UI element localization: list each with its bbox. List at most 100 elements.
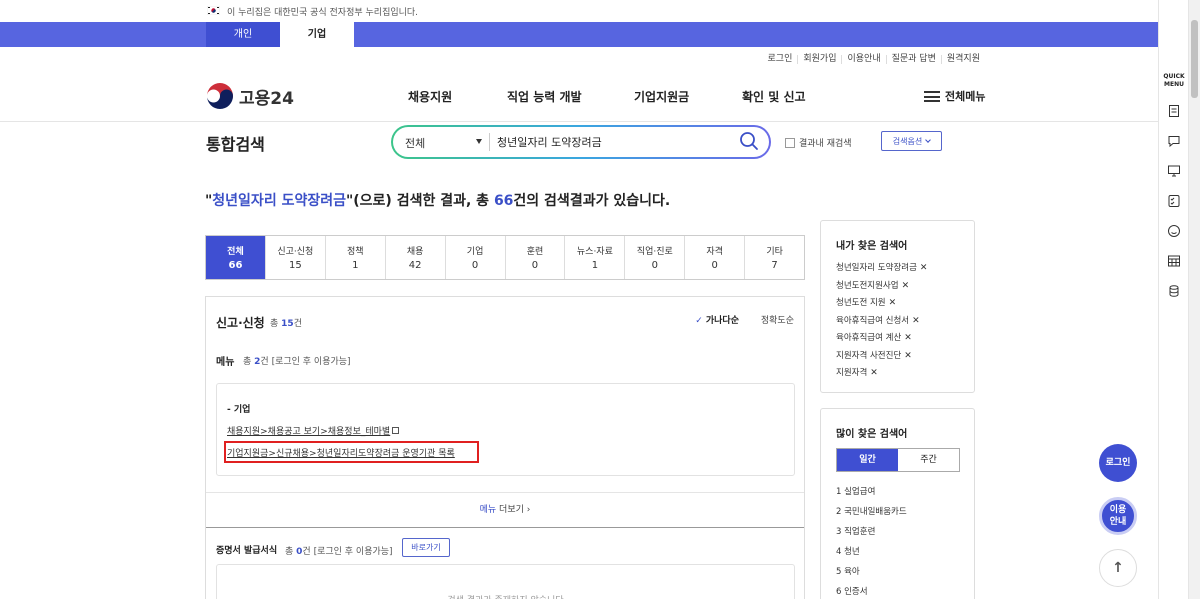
category-label: 기업 <box>466 247 484 257</box>
monitor-icon[interactable] <box>1167 164 1181 178</box>
popular-tabs: 일간 주간 <box>836 448 960 472</box>
category-tab-policy[interactable]: 정책 1 <box>324 236 385 279</box>
menu-result-link-highlighted[interactable]: 기업지원금>신규채용>청년일자리도약장려금 운영기관 목록 <box>227 446 455 459</box>
remote-support-link[interactable]: 원격지원 <box>940 55 985 64</box>
category-label: 정책 <box>346 247 364 257</box>
scrollbar-thumb[interactable] <box>1191 20 1198 98</box>
list-item[interactable]: 청년도전 지원 ✕ <box>836 295 959 313</box>
menu-result-link[interactable]: 채용지원>채용공고 보기>채용정보_테마별 <box>227 424 400 437</box>
go-button[interactable]: 바로가기 <box>402 538 450 557</box>
more-suffix: 더보기 › <box>496 505 531 515</box>
category-count: 66 <box>228 260 243 271</box>
category-tab-training[interactable]: 훈련 0 <box>504 236 565 279</box>
tab-business[interactable]: 기업 <box>280 22 354 47</box>
cert-total-suffix: 건 [로그인 후 이용가능] <box>302 547 393 557</box>
document-icon[interactable] <box>1167 104 1181 118</box>
login-link[interactable]: 로그인 <box>763 55 798 64</box>
list-item[interactable]: 3 직업훈련 <box>836 522 959 542</box>
close-icon[interactable]: ✕ <box>920 263 928 273</box>
category-count: 0 <box>531 260 539 271</box>
category-tab-company[interactable]: 기업 0 <box>444 236 505 279</box>
list-item[interactable]: 육아휴직급여 계산 ✕ <box>836 330 959 348</box>
menu-section-total: 총 2건 [로그인 후 이용가능] <box>243 354 351 367</box>
category-count: 42 <box>408 260 422 271</box>
tab-daily[interactable]: 일간 <box>837 449 898 471</box>
qna-link[interactable]: 질문과 답변 <box>885 55 941 64</box>
search-scope-select[interactable]: 전체 <box>405 135 425 151</box>
close-icon[interactable]: ✕ <box>904 333 912 343</box>
list-item[interactable]: 청년도전지원사업 ✕ <box>836 278 959 296</box>
category-tab-recruit[interactable]: 채용 42 <box>384 236 445 279</box>
list-item[interactable]: 5 육아 <box>836 562 959 582</box>
category-label: 신고·신청 <box>277 247 314 257</box>
tab-weekly[interactable]: 주간 <box>898 449 959 471</box>
search-options-label: 검색옵션 <box>892 136 923 146</box>
floating-guide-button[interactable]: 이용 안내 <box>1099 497 1137 535</box>
nav-subsidy[interactable]: 기업지원금 <box>634 88 689 105</box>
category-tab-career[interactable]: 직업·진로 0 <box>624 236 684 279</box>
tab-personal[interactable]: 개인 <box>206 22 280 47</box>
menu-more-button[interactable]: 메뉴 더보기 › <box>206 492 804 528</box>
popular-keywords-box: 많이 찾은 검색어 일간 주간 1 실업급여 2 국민내일배움카드 3 직업훈련… <box>820 408 975 599</box>
category-tab-all[interactable]: 전체 66 <box>206 236 265 279</box>
empty-result: 검색 결과가 존재하지 않습니다 <box>216 564 795 599</box>
list-item[interactable]: 2 국민내일배움카드 <box>836 502 959 522</box>
list-item[interactable]: 청년일자리 도약장려금 ✕ <box>836 260 959 278</box>
category-tab-etc[interactable]: 기타 7 <box>744 236 804 279</box>
category-tab-report[interactable]: 신고·신청 15 <box>264 236 325 279</box>
calendar-icon[interactable] <box>1167 254 1181 268</box>
guide-link[interactable]: 이용안내 <box>841 55 885 64</box>
search-options-button[interactable]: 검색옵션 <box>881 131 942 151</box>
all-menu-button[interactable]: 전체메뉴 <box>924 88 985 104</box>
sort-accuracy[interactable]: 정확도순 <box>761 313 794 326</box>
site-logo[interactable]: 고용24 <box>206 82 294 110</box>
audience-tabs: 개인 기업 <box>0 22 1158 47</box>
cert-section-total: 총 0건 [로그인 후 이용가능] <box>285 544 393 557</box>
list-item[interactable]: 육아휴직급여 신청서 ✕ <box>836 313 959 331</box>
smile-icon[interactable] <box>1167 224 1181 238</box>
caret-down-icon[interactable] <box>476 139 482 144</box>
panel-total: 총 15건 <box>270 316 302 329</box>
category-tabs: 전체 66 신고·신청 15 정책 1 채용 42 기업 0 훈련 0 뉴스·자료 1 직업·… <box>205 235 805 280</box>
category-label: 직업·진로 <box>636 247 673 257</box>
category-tab-license[interactable]: 자격 0 <box>684 236 744 279</box>
search-input[interactable] <box>497 133 727 151</box>
database-icon[interactable] <box>1167 284 1181 298</box>
search-icon[interactable] <box>739 131 759 151</box>
close-icon[interactable]: ✕ <box>902 281 910 291</box>
all-menu-label: 전체메뉴 <box>945 90 986 103</box>
category-tab-news[interactable]: 뉴스·자료 1 <box>564 236 624 279</box>
close-icon[interactable]: ✕ <box>912 316 920 326</box>
signup-link[interactable]: 회원가입 <box>797 55 841 64</box>
scrollbar[interactable] <box>1188 0 1200 599</box>
list-item[interactable]: 6 인증서 <box>836 582 959 599</box>
chat-icon[interactable] <box>1167 134 1181 148</box>
floating-login-button[interactable]: 로그인 <box>1099 444 1137 482</box>
category-label: 전체 <box>227 247 244 257</box>
keyword-text: 지원자격 <box>836 368 868 378</box>
menu-result-box: - 기업 채용지원>채용공고 보기>채용정보_테마별 기업지원금>신규채용>청년… <box>216 383 795 476</box>
nav-recruit[interactable]: 채용지원 <box>408 88 452 105</box>
logo-text: 고용24 <box>239 88 294 109</box>
checkbox-icon[interactable] <box>785 137 795 148</box>
header: 고용24 채용지원 직업 능력 개발 기업지원금 확인 및 신고 전체메뉴 <box>0 70 1158 122</box>
headline-keyword: 청년일자리 도약장려금 <box>212 193 346 209</box>
close-icon[interactable]: ✕ <box>904 351 912 361</box>
checklist-icon[interactable] <box>1167 194 1181 208</box>
close-icon[interactable]: ✕ <box>870 368 878 378</box>
list-item[interactable]: 지원자격 사전진단 ✕ <box>836 348 959 366</box>
nav-skills[interactable]: 직업 능력 개발 <box>507 88 582 105</box>
utility-links: 로그인 회원가입 이용안내 질문과 답변 원격지원 <box>763 55 985 64</box>
list-item[interactable]: 1 실업급여 <box>836 482 959 502</box>
nav-report[interactable]: 확인 및 신고 <box>742 88 806 105</box>
list-item[interactable]: 4 청년 <box>836 542 959 562</box>
close-icon[interactable]: ✕ <box>889 298 897 308</box>
hamburger-icon <box>924 90 940 102</box>
re-search-checkbox[interactable]: 결과내 재검색 <box>785 136 852 149</box>
list-item[interactable]: 지원자격 ✕ <box>836 365 959 383</box>
sort-alphabetical[interactable]: ✓ 가나다순 <box>695 313 739 326</box>
korea-flag-icon <box>207 6 220 15</box>
popular-keywords-title: 많이 찾은 검색어 <box>836 429 908 440</box>
category-count: 0 <box>471 260 479 271</box>
scroll-top-button[interactable]: ↑ <box>1099 549 1137 587</box>
